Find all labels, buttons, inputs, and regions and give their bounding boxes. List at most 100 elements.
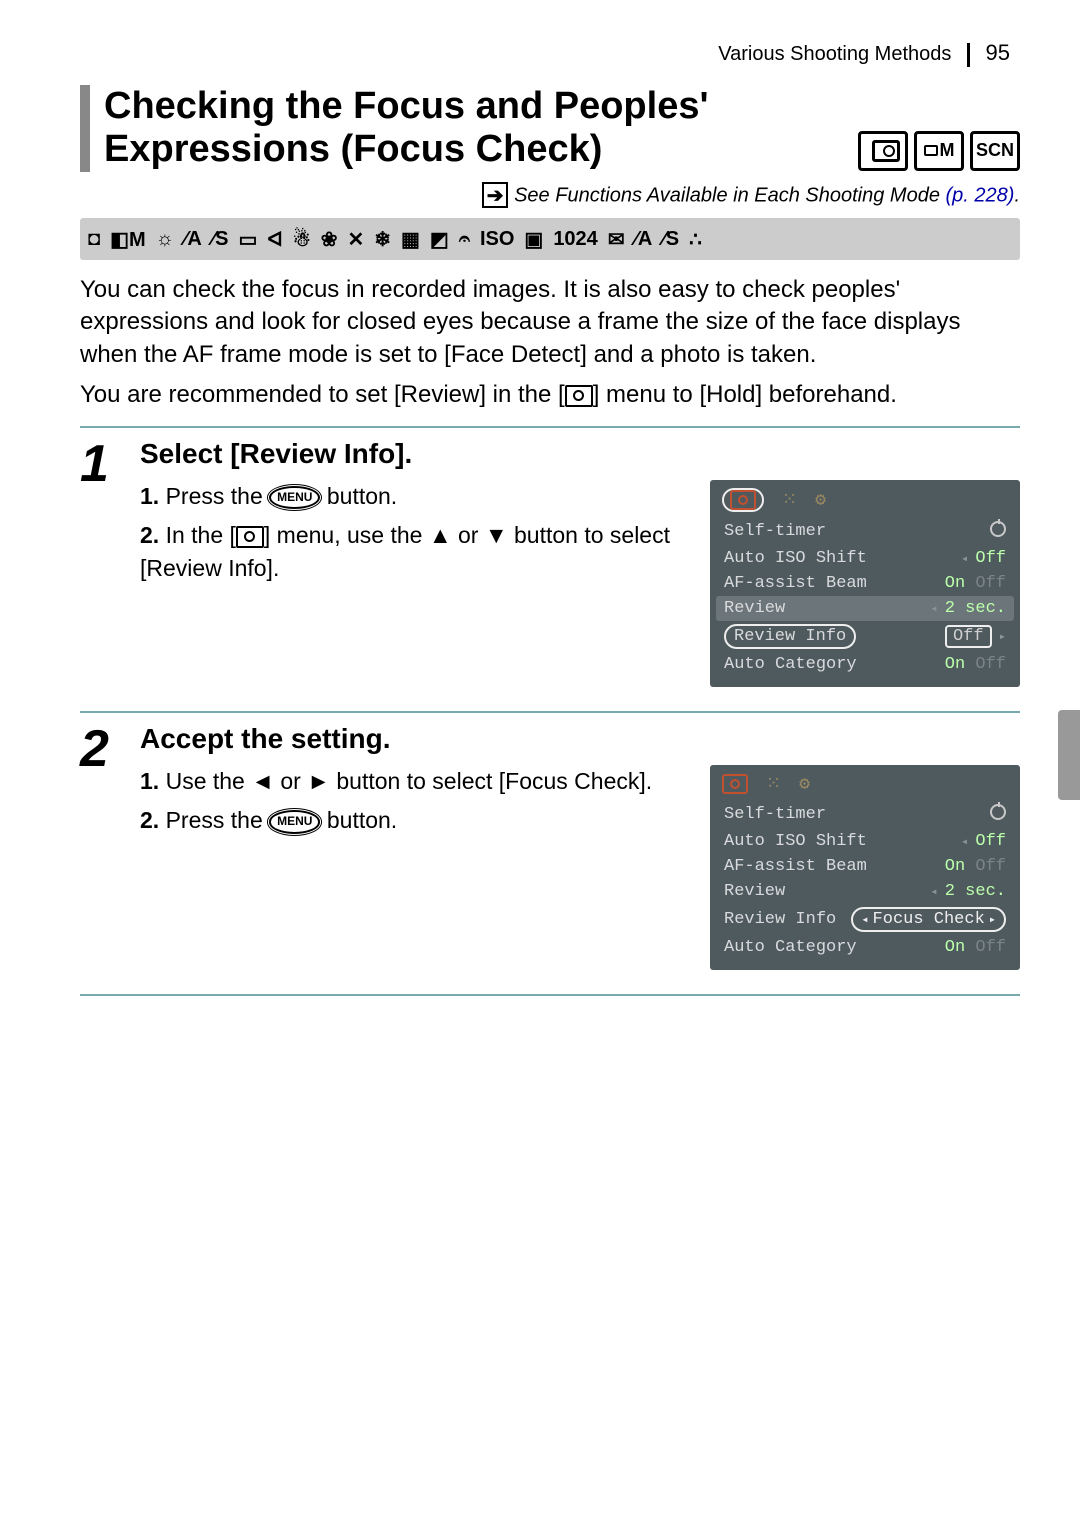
- lcd-value: On: [945, 574, 965, 593]
- camera-icon: [236, 526, 264, 548]
- lcd-label: Self-timer: [724, 805, 826, 824]
- lcd-row: Auto CategoryOn Off: [716, 935, 1014, 960]
- mode-glyph-icon: ▦: [401, 227, 420, 252]
- mode-glyph-icon: ◩: [430, 227, 449, 252]
- step-substep: 2. Press the MENU button.: [140, 804, 690, 837]
- lcd-row: Auto ISO Shift◂ Off: [716, 829, 1014, 854]
- lcd-label: AF-assist Beam: [724, 574, 867, 593]
- thumb-tab: [1058, 710, 1080, 800]
- camera-icon: [858, 131, 908, 171]
- lcd-value-pill: ◂Focus Check▸: [851, 907, 1006, 932]
- lcd-value: On: [945, 938, 965, 957]
- lcd-label: Review Info: [724, 624, 856, 649]
- step-heading: Accept the setting.: [140, 723, 1020, 755]
- lcd-label: Auto Category: [724, 655, 857, 674]
- steps-list: 1 Select [Review Info]. 1. Press the MENU …: [80, 426, 1020, 996]
- step-text: 1. Press the MENU button. 2. In the [] me…: [140, 480, 690, 592]
- mode-glyph-icon: 1024: [553, 228, 598, 251]
- lcd-row: Review◂ 2 sec.: [716, 879, 1014, 904]
- lcd-row: AF-assist BeamOn Off: [716, 854, 1014, 879]
- mode-glyph-icon: ☼: [156, 228, 174, 251]
- arrow-icon: ►: [307, 768, 330, 794]
- camera-lcd: ⁙ ⚙ Self-timer Auto ISO Shift◂ Off AF-assist…: [710, 765, 1020, 970]
- lcd-row: Self-timer: [716, 518, 1014, 546]
- step-substep: 1. Use the ◄ or ► button to select [Focu…: [140, 765, 690, 798]
- see-reference: ➔See Functions Available in Each Shootin…: [80, 182, 1020, 208]
- mode-m-box: M: [914, 131, 964, 171]
- lcd-value: Off: [975, 549, 1006, 568]
- lcd-label: AF-assist Beam: [724, 857, 867, 876]
- page-ref-link[interactable]: (p. 228): [946, 185, 1015, 207]
- mode-glyph-icon: ✉: [608, 227, 625, 252]
- lcd-label: Auto Category: [724, 938, 857, 957]
- lcd-value: 2 sec.: [945, 599, 1006, 618]
- mode-glyph-icon: ISO: [480, 228, 514, 251]
- step-number: 1: [80, 438, 126, 687]
- mode-glyph-icon: ▭: [238, 227, 257, 252]
- camera-tab-icon: [722, 774, 748, 794]
- lcd-label: Auto ISO Shift: [724, 832, 867, 851]
- section-name: Various Shooting Methods: [718, 43, 951, 65]
- lcd-row: Auto ISO Shift◂ Off: [716, 546, 1014, 571]
- mode-icon-strip: ◘◧M☼⁄A⁄S▭ᐊ☃❀✕❄▦◩𝄐ISO▣1024✉⁄A⁄S∴: [80, 218, 1020, 260]
- arrow-icon: ▼: [485, 522, 508, 548]
- arrow-icon: ▲: [429, 522, 452, 548]
- step-number: 2: [80, 723, 126, 970]
- lcd-value: Off: [945, 625, 992, 648]
- lcd-row: Review InfoOff ▸: [716, 621, 1014, 652]
- self-timer-icon: [990, 521, 1006, 537]
- camera-icon: [924, 145, 938, 156]
- step: 1 Select [Review Info]. 1. Press the MENU …: [80, 426, 1020, 711]
- header-divider: [967, 43, 970, 67]
- lcd-label: Review: [724, 599, 785, 618]
- mode-glyph-icon: 𝄐: [459, 228, 470, 251]
- mode-glyph-icon: ☃: [293, 227, 311, 252]
- page-title: Checking the Focus and Peoples' Expressi…: [104, 85, 838, 172]
- lcd-value: Off: [975, 832, 1006, 851]
- intro-paragraph-2: You are recommended to set [Review] in t…: [80, 379, 1020, 411]
- mode-badges: M SCN: [858, 131, 1020, 171]
- setup-tab-icon: ⚙: [799, 773, 810, 795]
- mode-glyph-icon: ✕: [347, 227, 364, 252]
- intro-paragraph-1: You can check the focus in recorded imag…: [80, 274, 1020, 371]
- lcd-row: Review◂ 2 sec.: [716, 596, 1014, 621]
- mode-scn-box: SCN: [970, 131, 1020, 171]
- mode-glyph-icon: ∴: [689, 227, 702, 252]
- title-row: Checking the Focus and Peoples' Expressi…: [80, 85, 1020, 172]
- step-substep: 2. In the [] menu, use the ▲ or ▼ button…: [140, 519, 690, 586]
- lcd-row: AF-assist BeamOn Off: [716, 571, 1014, 596]
- lcd-row: Self-timer: [716, 801, 1014, 829]
- step-substep: 1. Press the MENU button.: [140, 480, 690, 513]
- mode-glyph-icon: ⁄A: [184, 228, 202, 251]
- mode-glyph-icon: ❄: [374, 227, 391, 252]
- menu-button-icon: MENU: [269, 810, 320, 833]
- lcd-label: Auto ISO Shift: [724, 549, 867, 568]
- mode-glyph-icon: ⁄A: [635, 228, 653, 251]
- page-number: 95: [986, 40, 1010, 65]
- tools-tab-icon: ⁙: [766, 773, 781, 795]
- lcd-label: Self-timer: [724, 522, 826, 541]
- lcd-row: Auto CategoryOn Off: [716, 652, 1014, 677]
- mode-glyph-icon: ❀: [321, 227, 338, 252]
- arrow-right-icon: ➔: [482, 182, 508, 208]
- tools-tab-icon: ⁙: [782, 489, 797, 511]
- self-timer-icon: [990, 804, 1006, 820]
- lcd-value: On: [945, 655, 965, 674]
- lcd-row: Review Info ◂Focus Check▸: [716, 904, 1014, 935]
- arrow-icon: ◄: [251, 768, 274, 794]
- camera-tab-icon: [730, 490, 756, 510]
- lcd-label: Review: [724, 882, 785, 901]
- step-heading: Select [Review Info].: [140, 438, 1020, 470]
- mode-glyph-icon: ᐊ: [267, 227, 282, 252]
- mode-glyph-icon: ◧M: [110, 227, 146, 252]
- camera-lcd: ⁙ ⚙ Self-timer Auto ISO Shift◂ Off AF-assist…: [710, 480, 1020, 687]
- step-text: 1. Use the ◄ or ► button to select [Focu…: [140, 765, 690, 844]
- lcd-value: 2 sec.: [945, 882, 1006, 901]
- setup-tab-icon: ⚙: [815, 489, 826, 511]
- lcd-label: Review Info: [724, 910, 836, 929]
- menu-button-icon: MENU: [269, 486, 320, 509]
- lcd-value: On: [945, 857, 965, 876]
- camera-icon: [565, 385, 593, 407]
- mode-glyph-icon: ⁄S: [212, 228, 229, 251]
- step: 2 Accept the setting. 1. Use the ◄ or ► bu…: [80, 711, 1020, 996]
